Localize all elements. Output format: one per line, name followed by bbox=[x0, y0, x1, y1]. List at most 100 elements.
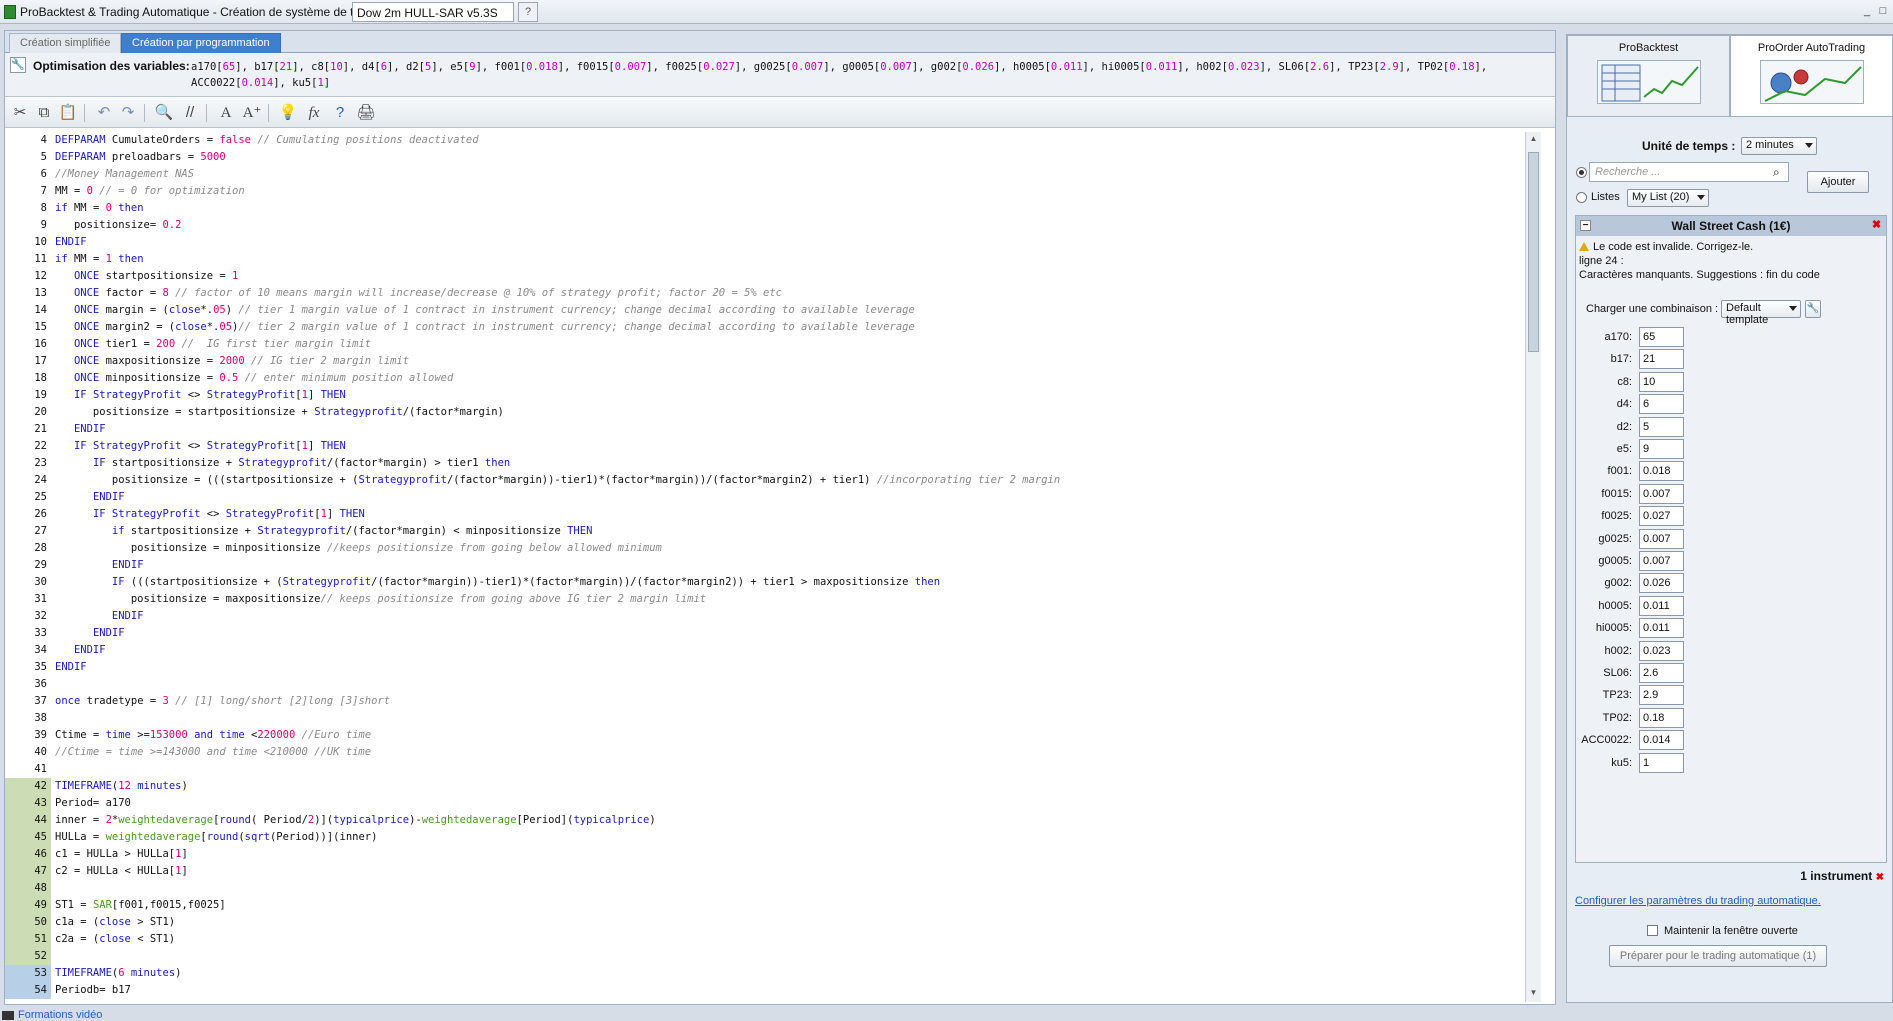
code-line[interactable]: 14 ONCE margin = (close*.05) // tier 1 m… bbox=[5, 302, 1541, 319]
code-text[interactable]: positionsize = maxpositionsize// keeps p… bbox=[55, 591, 706, 608]
code-line[interactable]: 6 //Money Management NAS bbox=[5, 166, 1541, 183]
code-lines[interactable]: 4 DEFPARAM CumulateOrders = false // Cumu… bbox=[5, 132, 1541, 999]
opt-var-h002[interactable]: h002[0.023], bbox=[1196, 61, 1278, 73]
code-text[interactable]: ONCE maxpositionsize = 2000 // IG tier 2… bbox=[55, 353, 409, 370]
prepare-autotrading-button[interactable]: Préparer pour le trading automatique (1) bbox=[1609, 945, 1827, 967]
collapse-icon[interactable]: − bbox=[1580, 220, 1591, 231]
code-line[interactable]: 9 positionsize= 0.2 bbox=[5, 217, 1541, 234]
cut-icon[interactable]: ✂ bbox=[9, 102, 31, 124]
opt-var-g0005[interactable]: g0005[0.007], bbox=[842, 61, 931, 73]
code-line[interactable]: 5 DEFPARAM preloadbars = 5000 bbox=[5, 149, 1541, 166]
font-increase-icon[interactable]: A⁺ bbox=[241, 102, 263, 124]
code-text[interactable]: c2a = (close < ST1) bbox=[55, 931, 175, 948]
code-line[interactable]: 39 Ctime = time >=153000 and time <220000… bbox=[5, 727, 1541, 744]
print-icon[interactable]: 🖨 bbox=[355, 102, 377, 124]
param-input[interactable]: 10 bbox=[1639, 371, 1684, 392]
code-text[interactable]: TIMEFRAME(6 minutes) bbox=[55, 965, 181, 982]
combination-select[interactable]: Default template bbox=[1721, 300, 1801, 326]
paste-icon[interactable]: 📋 bbox=[57, 102, 79, 124]
code-line[interactable]: 40 //Ctime = time >=143000 and time <2100… bbox=[5, 744, 1541, 761]
code-text[interactable]: c1 = HULLa > HULLa[1] bbox=[55, 846, 188, 863]
search-icon[interactable]: ⌕ bbox=[1773, 165, 1780, 180]
param-input[interactable]: 0.007 bbox=[1639, 528, 1684, 549]
find-icon[interactable]: 🔍 bbox=[153, 102, 175, 124]
param-input[interactable]: 65 bbox=[1639, 327, 1684, 347]
tab-creation-programmation[interactable]: Création par programmation bbox=[121, 33, 281, 53]
code-line[interactable]: 52 bbox=[5, 948, 1541, 965]
code-line[interactable]: 29 ENDIF bbox=[5, 557, 1541, 574]
param-input[interactable]: 0.007 bbox=[1639, 483, 1684, 504]
code-text[interactable]: TIMEFRAME(12 minutes) bbox=[55, 778, 188, 795]
code-text[interactable]: DEFPARAM CumulateOrders = false // Cumul… bbox=[55, 132, 479, 149]
code-text[interactable]: c2 = HULLa < HULLa[1] bbox=[55, 863, 188, 880]
opt-var-d2[interactable]: d2[5], bbox=[406, 61, 450, 73]
code-line[interactable]: 32 ENDIF bbox=[5, 608, 1541, 625]
code-line[interactable]: 54 Periodb= b17 bbox=[5, 982, 1541, 999]
search-input[interactable]: Recherche ... bbox=[1589, 162, 1789, 182]
opt-var-ku5[interactable]: ku5[1] bbox=[292, 77, 330, 89]
code-line[interactable]: 22 IF StrategyProfit <> StrategyProfit[1… bbox=[5, 438, 1541, 455]
code-text[interactable]: IF StrategyProfit <> StrategyProfit[1] T… bbox=[55, 438, 346, 455]
code-text[interactable]: Ctime = time >=153000 and time <220000 /… bbox=[55, 727, 371, 744]
opt-var-e5[interactable]: e5[9], bbox=[450, 61, 494, 73]
param-input[interactable]: 1 bbox=[1639, 752, 1684, 773]
code-text[interactable]: ONCE margin2 = (close*.05)// tier 2 marg… bbox=[55, 319, 915, 336]
code-text[interactable]: positionsize= 0.2 bbox=[55, 217, 181, 234]
code-text[interactable]: positionsize = startpositionsize + Strat… bbox=[55, 404, 504, 421]
opt-var-g002[interactable]: g002[0.026], bbox=[931, 61, 1013, 73]
code-line[interactable]: 23 IF startpositionsize + Strategyprofit… bbox=[5, 455, 1541, 472]
param-input[interactable]: 5 bbox=[1639, 416, 1684, 437]
code-text[interactable]: inner = 2*weightedaverage[round( Period/… bbox=[55, 812, 656, 829]
copy-icon[interactable]: ⧉ bbox=[33, 102, 55, 124]
scrollbar-thumb[interactable] bbox=[1528, 152, 1539, 352]
code-text[interactable]: ONCE tier1 = 200 // IG first tier margin… bbox=[55, 336, 371, 353]
code-line[interactable]: 45 HULLa = weightedaverage[round(sqrt(Per… bbox=[5, 829, 1541, 846]
opt-var-hi0005[interactable]: hi0005[0.011], bbox=[1102, 61, 1197, 73]
radio-listes[interactable] bbox=[1576, 192, 1587, 203]
code-text[interactable]: IF StrategyProfit <> StrategyProfit[1] T… bbox=[55, 387, 346, 404]
code-line[interactable]: 26 IF StrategyProfit <> StrategyProfit[1… bbox=[5, 506, 1541, 523]
code-text[interactable]: ENDIF bbox=[55, 234, 87, 251]
opt-var-ACC0022[interactable]: ACC0022[0.014], bbox=[191, 77, 292, 89]
function-icon[interactable]: fx bbox=[303, 102, 325, 124]
code-line[interactable]: 18 ONCE minpositionsize = 0.5 // enter m… bbox=[5, 370, 1541, 387]
code-line[interactable]: 25 ENDIF bbox=[5, 489, 1541, 506]
code-editor[interactable]: 4 DEFPARAM CumulateOrders = false // Cumu… bbox=[5, 132, 1541, 1002]
code-text[interactable]: if MM = 1 then bbox=[55, 251, 144, 268]
code-line[interactable]: 15 ONCE margin2 = (close*.05)// tier 2 m… bbox=[5, 319, 1541, 336]
opt-var-h0005[interactable]: h0005[0.011], bbox=[1013, 61, 1102, 73]
code-line[interactable]: 10 ENDIF bbox=[5, 234, 1541, 251]
param-input[interactable]: 6 bbox=[1639, 394, 1684, 415]
opt-var-d4[interactable]: d4[6], bbox=[362, 61, 406, 73]
code-line[interactable]: 51 c2a = (close < ST1) bbox=[5, 931, 1541, 948]
scroll-up-icon[interactable]: ▲ bbox=[1528, 134, 1539, 146]
code-line[interactable]: 4 DEFPARAM CumulateOrders = false // Cumu… bbox=[5, 132, 1541, 149]
opt-var-TP23[interactable]: TP23[2.9], bbox=[1348, 61, 1418, 73]
param-input[interactable]: 0.023 bbox=[1639, 640, 1684, 661]
param-input[interactable]: 9 bbox=[1639, 439, 1684, 459]
code-line[interactable]: 31 positionsize = maxpositionsize// keep… bbox=[5, 591, 1541, 608]
code-line[interactable]: 11 if MM = 1 then bbox=[5, 251, 1541, 268]
param-input[interactable]: 0.011 bbox=[1639, 595, 1684, 616]
code-text[interactable]: ENDIF bbox=[55, 625, 125, 642]
code-text[interactable]: Period= a170 bbox=[55, 795, 131, 812]
remove-instrument-icon[interactable]: ✖ bbox=[1871, 220, 1882, 231]
code-line[interactable]: 53 TIMEFRAME(6 minutes) bbox=[5, 965, 1541, 982]
param-input[interactable]: 0.018 bbox=[1639, 461, 1684, 482]
code-line[interactable]: 7 MM = 0 // = 0 for optimization bbox=[5, 183, 1541, 200]
code-line[interactable]: 8 if MM = 0 then bbox=[5, 200, 1541, 217]
code-text[interactable]: IF (((startpositionsize + (Strategyprofi… bbox=[55, 574, 940, 591]
document-name-field[interactable]: Dow 2m HULL-SAR v5.3S bbox=[352, 2, 514, 22]
code-text[interactable]: Periodb= b17 bbox=[55, 982, 131, 999]
opt-var-g0025[interactable]: g0025[0.007], bbox=[754, 61, 843, 73]
code-line[interactable]: 20 positionsize = startpositionsize + St… bbox=[5, 404, 1541, 421]
param-input[interactable]: 21 bbox=[1639, 349, 1684, 370]
code-line[interactable]: 13 ONCE factor = 8 // factor of 10 means… bbox=[5, 285, 1541, 302]
code-line[interactable]: 34 ENDIF bbox=[5, 642, 1541, 659]
opt-var-a170[interactable]: a170[65], bbox=[191, 61, 254, 73]
code-line[interactable]: 28 positionsize = minpositionsize //keep… bbox=[5, 540, 1541, 557]
maximize-icon[interactable]: □ bbox=[1876, 4, 1890, 18]
opt-var-f0015[interactable]: f0015[0.007], bbox=[577, 61, 666, 73]
code-text[interactable]: //Ctime = time >=143000 and time <210000… bbox=[55, 744, 371, 761]
minimize-icon[interactable]: _ bbox=[1860, 4, 1874, 18]
